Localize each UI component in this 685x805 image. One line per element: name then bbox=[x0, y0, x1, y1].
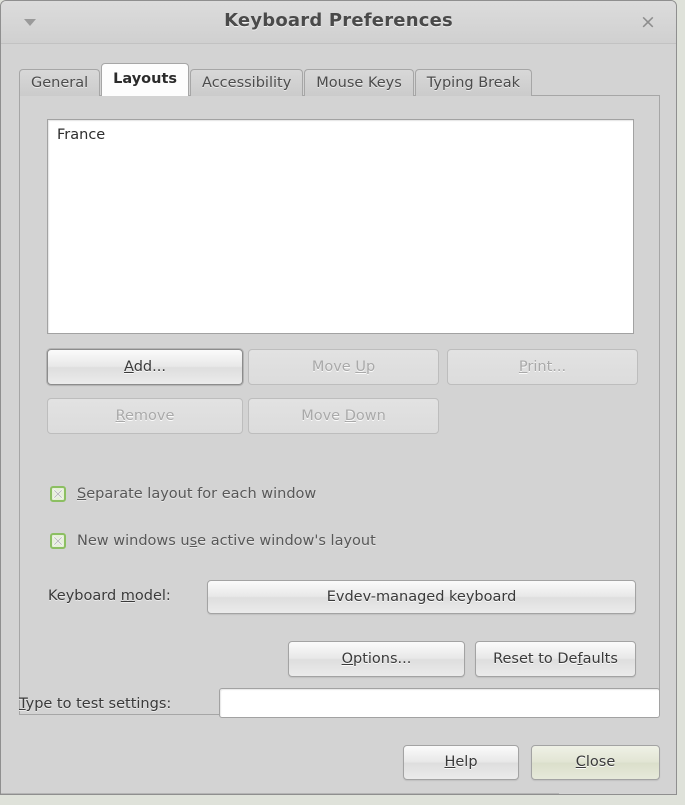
remove-layout-button[interactable]: Remove bbox=[47, 398, 243, 434]
title-bar: Keyboard Preferences × bbox=[1, 1, 676, 44]
window-close-icon[interactable]: × bbox=[638, 12, 658, 32]
test-settings-input[interactable] bbox=[219, 688, 660, 718]
print-button[interactable]: Print... bbox=[447, 349, 638, 385]
remove-label-rest: emove bbox=[125, 408, 175, 424]
separate-layout-checkbox-row[interactable]: Separate layout for each window bbox=[50, 486, 316, 502]
move-up-button[interactable]: Move Up bbox=[248, 349, 439, 385]
layouts-panel: France Add... Move Up Print... Remove Mo… bbox=[19, 95, 660, 715]
new-windows-layout-checkbox-label: New windows use active window's layout bbox=[77, 533, 376, 549]
preferences-notebook: General Layouts Accessibility Mouse Keys… bbox=[19, 63, 660, 716]
separate-layout-label-rest: eparate layout for each window bbox=[86, 486, 317, 502]
tab-bar: General Layouts Accessibility Mouse Keys… bbox=[19, 63, 533, 96]
options-button[interactable]: Options... bbox=[288, 641, 465, 677]
checkbox-x-icon[interactable] bbox=[50, 486, 66, 502]
add-button-label-rest: dd... bbox=[133, 359, 166, 375]
close-label-rest: lose bbox=[585, 754, 616, 770]
window-title: Keyboard Preferences bbox=[224, 10, 453, 31]
options-label-rest: ptions... bbox=[353, 651, 412, 667]
screen: Keyboard Preferences × General Layouts A… bbox=[0, 0, 685, 805]
help-button[interactable]: Help bbox=[403, 745, 519, 780]
help-label-rest: elp bbox=[455, 754, 478, 770]
new-windows-label-b: e active window's layout bbox=[197, 533, 376, 549]
separate-layout-checkbox-label: Separate layout for each window bbox=[77, 486, 316, 502]
new-windows-label-a: New windows u bbox=[77, 533, 190, 549]
move-up-label-b: p bbox=[365, 359, 376, 375]
kbmodel-label-a: Keyboard bbox=[48, 588, 121, 604]
layouts-list[interactable]: France bbox=[47, 119, 634, 334]
new-windows-layout-checkbox-row[interactable]: New windows use active window's layout bbox=[50, 533, 376, 549]
move-down-label-a: Move bbox=[301, 408, 345, 424]
tab-accessibility[interactable]: Accessibility bbox=[190, 69, 304, 96]
options-mnemonic: O bbox=[341, 651, 354, 667]
close-button[interactable]: Close bbox=[531, 745, 660, 780]
separate-layout-mnemonic: S bbox=[77, 486, 87, 502]
checkbox-x-icon[interactable] bbox=[50, 533, 66, 549]
move-up-mnemonic: U bbox=[355, 359, 366, 375]
keyboard-model-button[interactable]: Evdev-managed keyboard bbox=[207, 580, 636, 614]
add-button-mnemonic: A bbox=[124, 359, 134, 375]
reset-to-defaults-button[interactable]: Reset to Defaults bbox=[475, 641, 636, 677]
keyboard-model-label: Keyboard model: bbox=[48, 588, 171, 604]
tab-general[interactable]: General bbox=[19, 69, 101, 96]
tab-typing-break[interactable]: Typing Break bbox=[414, 69, 532, 96]
move-up-label-a: Move bbox=[311, 359, 356, 375]
close-mnemonic: C bbox=[575, 754, 586, 770]
remove-mnemonic: R bbox=[115, 408, 125, 424]
reset-label-a: Reset to De bbox=[493, 651, 578, 667]
keyboard-preferences-window: Keyboard Preferences × General Layouts A… bbox=[0, 0, 677, 795]
move-down-label-b: own bbox=[355, 408, 386, 424]
tab-mouse-keys[interactable]: Mouse Keys bbox=[304, 69, 414, 96]
move-down-mnemonic: D bbox=[344, 408, 356, 424]
reset-label-b: aults bbox=[582, 651, 618, 667]
help-mnemonic: H bbox=[444, 754, 456, 770]
test-settings-label: Type to test settings: bbox=[19, 696, 171, 712]
move-down-button[interactable]: Move Down bbox=[248, 398, 439, 434]
tab-layouts[interactable]: Layouts bbox=[101, 63, 190, 96]
test-settings-mnemonic: T bbox=[19, 696, 26, 712]
test-settings-label-rest: ype to test settings: bbox=[25, 696, 172, 712]
keyboard-model-mnemonic: m bbox=[120, 588, 135, 604]
add-layout-button[interactable]: Add... bbox=[47, 349, 243, 385]
window-bottom-edge bbox=[1, 793, 559, 794]
kbmodel-label-b: odel: bbox=[134, 588, 171, 604]
list-item[interactable]: France bbox=[48, 120, 633, 143]
print-label-rest: rint... bbox=[527, 359, 567, 375]
